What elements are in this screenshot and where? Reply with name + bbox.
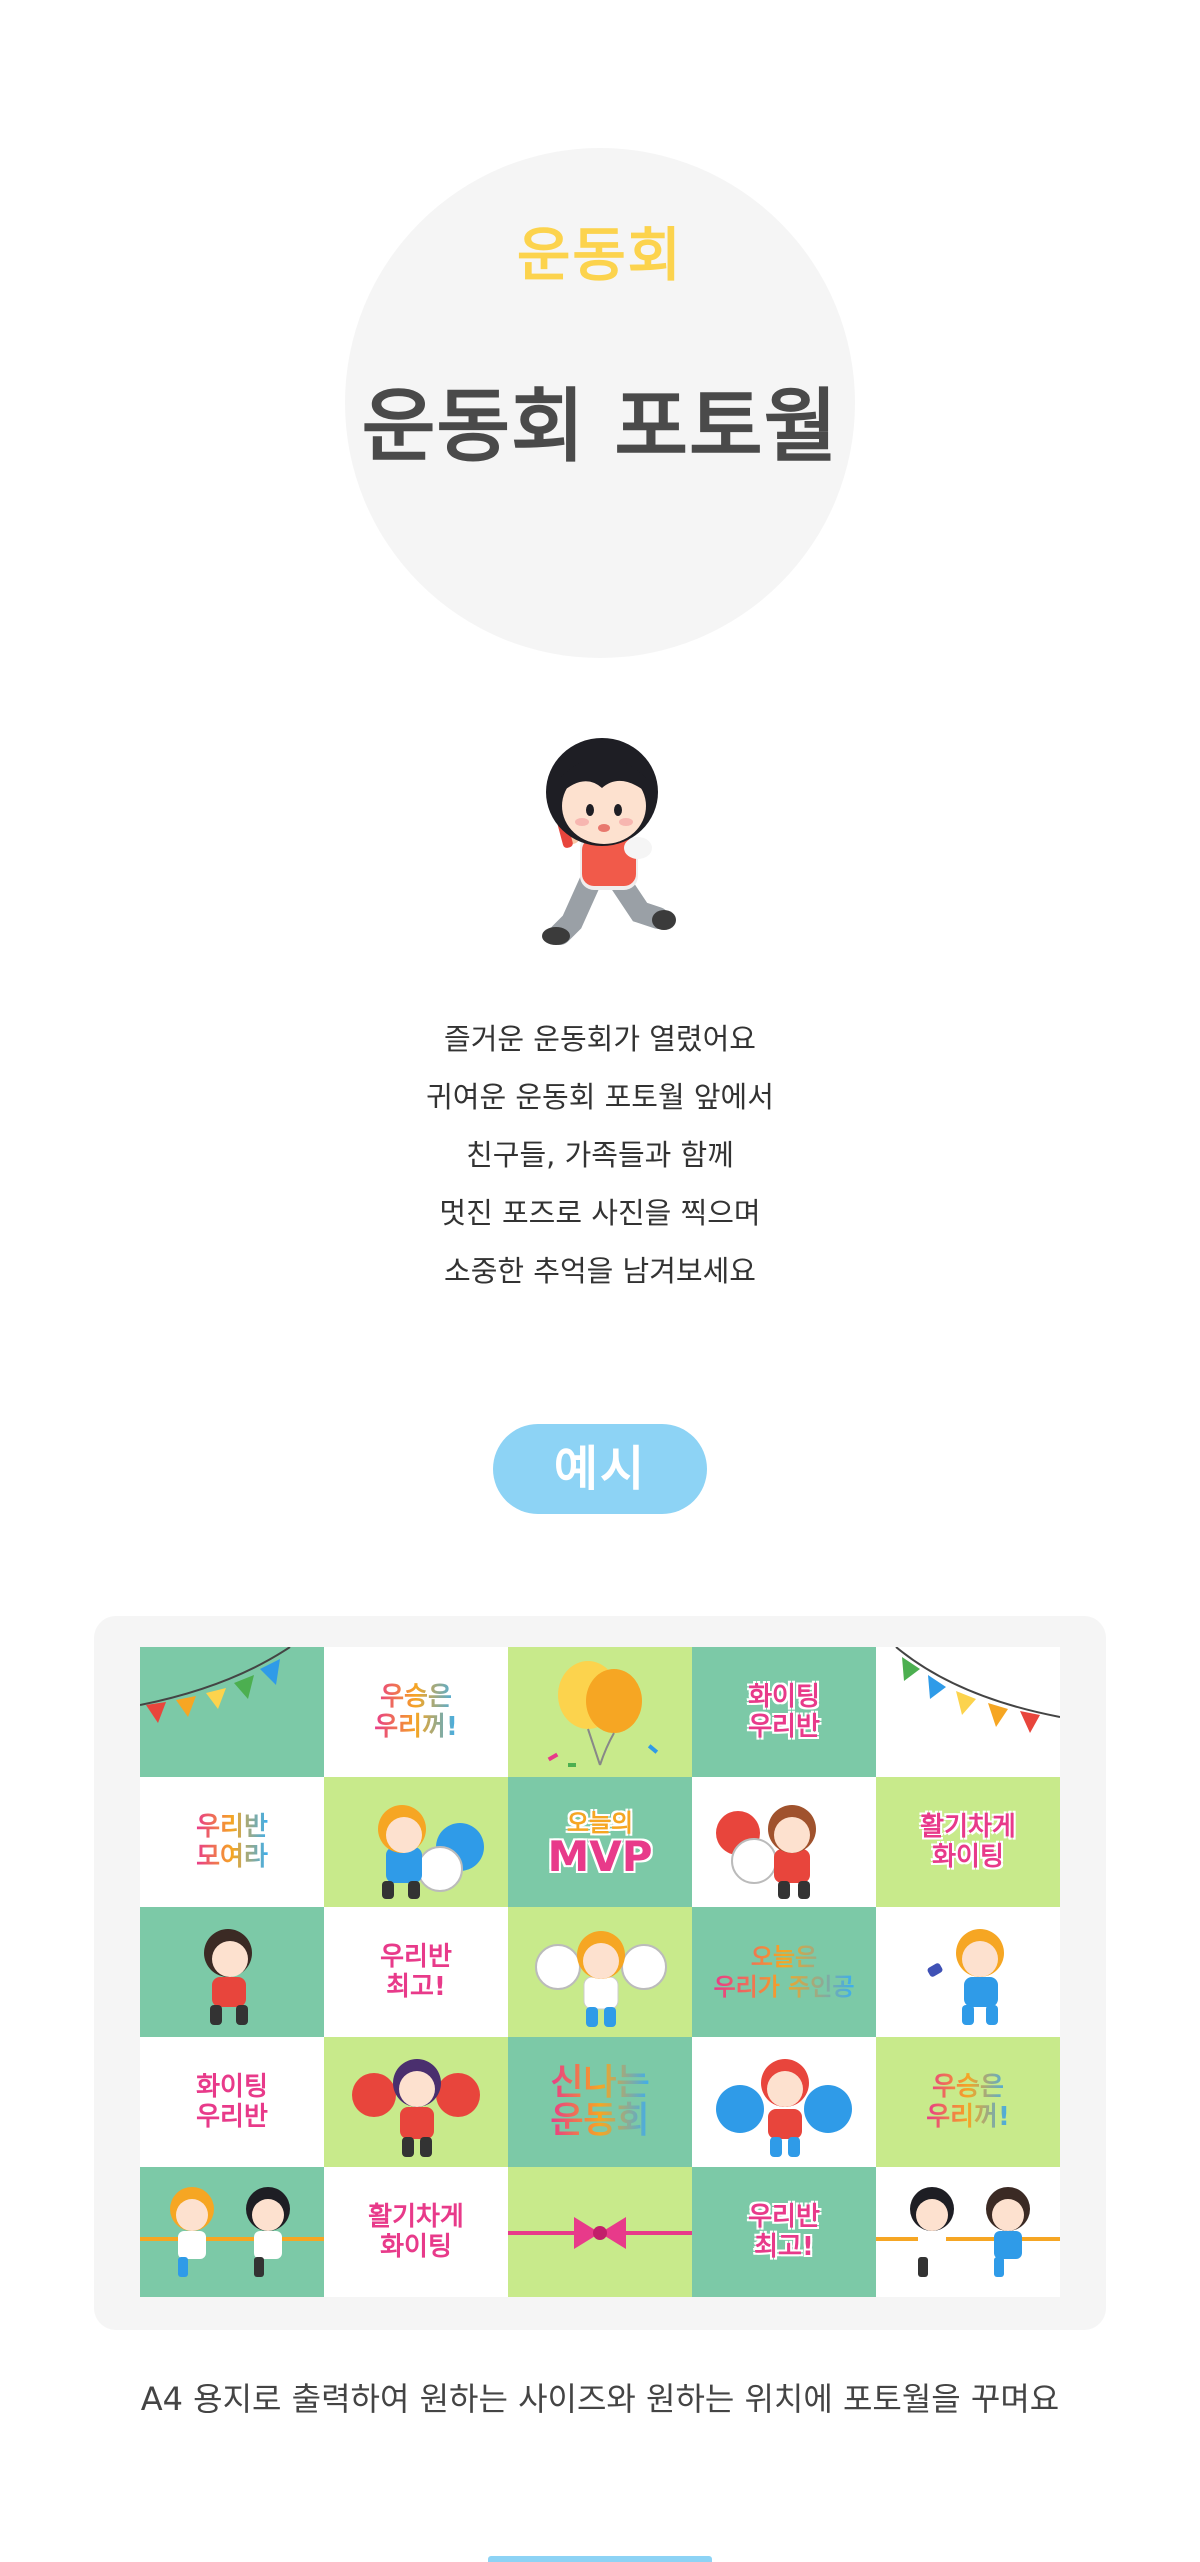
- intro-line: 소중한 추억을 남겨보세요: [444, 1254, 756, 1288]
- sticker-mvp-cell: 오늘의 MVP: [508, 1777, 692, 1907]
- intro-text: 즐거운 운동회가 열렸어요 귀여운 운동회 포토월 앞에서 친구들, 가족들과 …: [0, 1010, 1200, 1300]
- sticker-exciting-text: 신나는 운동회: [550, 2062, 650, 2141]
- preview-caption: A4 용지로 출력하여 원하는 사이즈와 원하는 위치에 포토월을 꾸며요: [140, 2380, 1060, 2418]
- sticker-gather-cell: 우리반 모여라: [140, 1777, 324, 1907]
- sticker-gather-text: 우리반 모여라: [196, 1812, 268, 1872]
- tug-of-war-left-cell: [140, 2167, 324, 2297]
- running-child-illustration: [520, 722, 690, 952]
- sticker-best-2-cell: 우리반 최고!: [692, 2167, 876, 2297]
- mvp-badge: 오늘의 MVP: [547, 1808, 653, 1881]
- tug-of-war-right-cell: [876, 2167, 1060, 2297]
- balloons-cell: [508, 1647, 692, 1777]
- sticker-fighting-cell: 화이팅 우리반: [692, 1647, 876, 1777]
- sticker-today-text: 오늘은 우리가 주인공: [713, 1943, 855, 2001]
- sticker-energetic-2-text: 활기차게 화이팅: [368, 2202, 464, 2262]
- sticker-fighting-2-cell: 화이팅 우리반: [140, 2037, 324, 2167]
- example-label: 예시: [493, 1424, 707, 1514]
- running-boy-cell: [876, 1907, 1060, 2037]
- sticker-win-text: 우승은 우리꺼!: [374, 1682, 458, 1742]
- sticker-best-2-text: 우리반 최고!: [748, 2202, 820, 2262]
- ribbon-cell: [508, 2167, 692, 2297]
- sticker-energetic-text: 활기차게 화이팅: [920, 1812, 1016, 1872]
- sticker-energetic-2-cell: 활기차게 화이팅: [324, 2167, 508, 2297]
- sticker-today-cell: 오늘은 우리가 주인공: [692, 1907, 876, 2037]
- page-title: 운동회 포토월: [361, 380, 839, 473]
- sticker-best-cell: 우리반 최고!: [324, 1907, 508, 2037]
- cheer-girl-cell: [692, 1777, 876, 1907]
- intro-line: 귀여운 운동회 포토월 앞에서: [426, 1080, 774, 1114]
- sticker-fighting-text: 화이팅 우리반: [748, 1682, 820, 1742]
- mvp-text: MVP: [547, 1832, 653, 1881]
- running-girl-cell: [140, 1907, 324, 2037]
- sticker-best-text: 우리반 최고!: [380, 1942, 452, 2002]
- sticker-win-2-cell: 우승은 우리꺼!: [876, 2037, 1060, 2167]
- pompom-kid-cell: [508, 1907, 692, 2037]
- bunting-left-cell: [140, 1647, 324, 1777]
- hero-subtitle: 운동회: [516, 221, 684, 289]
- bottom-accent-bar: [488, 2556, 712, 2562]
- sticker-win-2-text: 우승은 우리꺼!: [926, 2072, 1010, 2132]
- bunting-right-cell: [876, 1647, 1060, 1777]
- sticker-fighting-2-text: 화이팅 우리반: [196, 2072, 268, 2132]
- photo-wall-preview-grid: 우승은 우리꺼! 화이팅 우리반 우리반 모여라 오늘의 MVP 활기차게 화이…: [140, 1647, 1060, 2297]
- sticker-win-cell: 우승은 우리꺼!: [324, 1647, 508, 1777]
- intro-line: 즐거운 운동회가 열렸어요: [444, 1022, 756, 1056]
- pompom-girl-cell: [692, 2037, 876, 2167]
- intro-line: 멋진 포즈로 사진을 찍으며: [439, 1196, 761, 1230]
- sticker-energetic-cell: 활기차게 화이팅: [876, 1777, 1060, 1907]
- intro-line: 친구들, 가족들과 함께: [466, 1138, 734, 1172]
- sticker-exciting-cell: 신나는 운동회: [508, 2037, 692, 2167]
- cheer-boy-cell: [324, 1777, 508, 1907]
- cheer-kid-cell: [324, 2037, 508, 2167]
